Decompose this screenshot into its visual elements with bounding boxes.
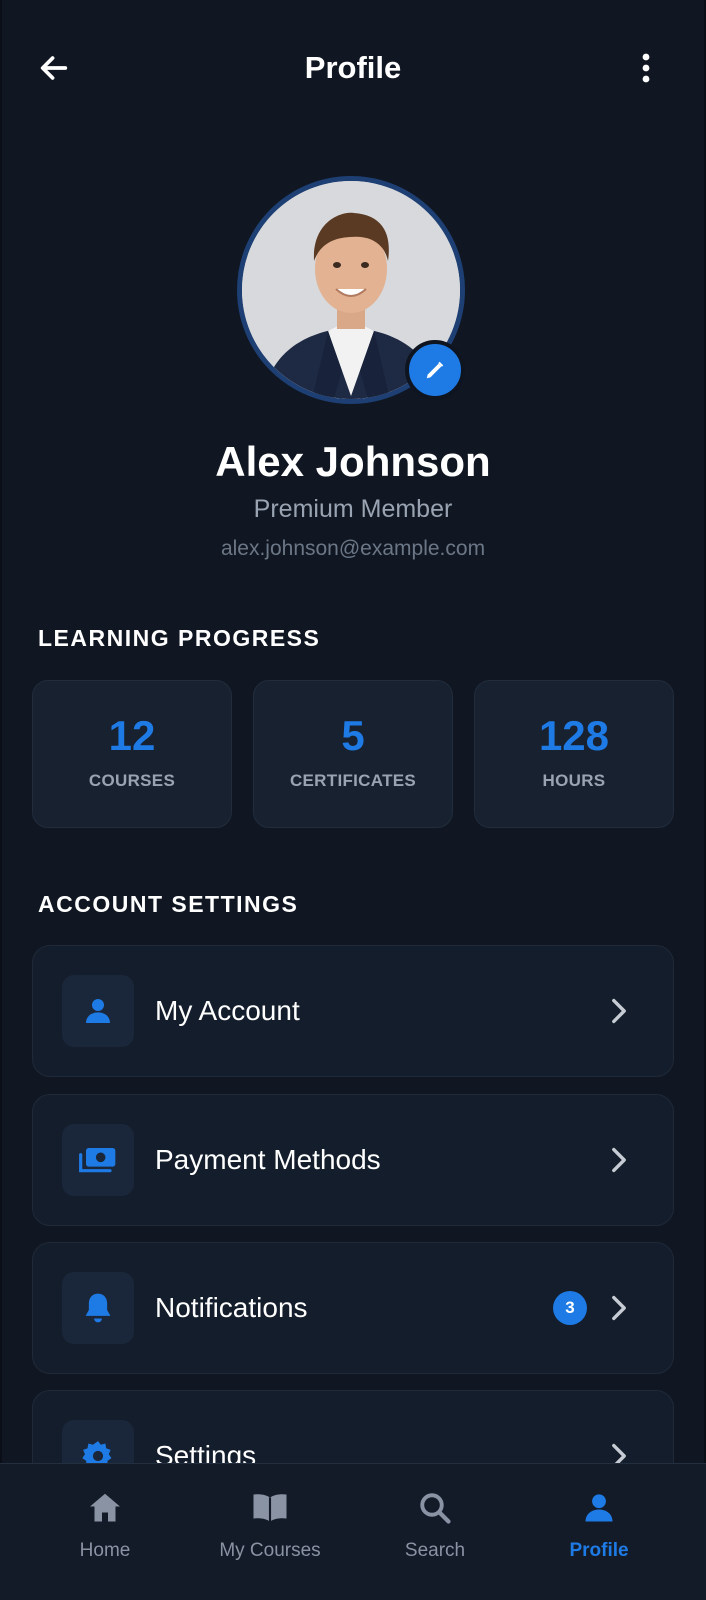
nav-item-my-courses[interactable]: My Courses bbox=[195, 1464, 345, 1600]
stat-value: 5 bbox=[341, 712, 365, 759]
edit-avatar-button[interactable] bbox=[405, 340, 465, 400]
learning-progress-title: LEARNING PROGRESS bbox=[38, 625, 321, 651]
notification-count-badge: 3 bbox=[553, 1291, 587, 1325]
bottom-navigation: Home My Courses Search Profile bbox=[0, 1463, 706, 1600]
search-icon bbox=[415, 1488, 455, 1528]
settings-item-payment-methods[interactable]: Payment Methods bbox=[32, 1094, 674, 1226]
stat-value: 128 bbox=[538, 712, 610, 759]
nav-item-profile[interactable]: Profile bbox=[524, 1464, 674, 1600]
row-icon-box bbox=[62, 1272, 134, 1344]
home-icon bbox=[85, 1488, 125, 1528]
settings-item-my-account[interactable]: My Account bbox=[32, 945, 674, 1077]
settings-item-notifications[interactable]: Notifications 3 bbox=[32, 1242, 674, 1374]
nav-label: Home bbox=[79, 1540, 131, 1561]
user-icon bbox=[86, 999, 110, 1023]
avatar-container bbox=[237, 176, 465, 404]
bell-icon bbox=[85, 1293, 111, 1323]
pencil-icon bbox=[426, 361, 444, 379]
chevron-right-icon bbox=[605, 1294, 633, 1322]
row-icon-box bbox=[62, 975, 134, 1047]
book-icon bbox=[250, 1488, 290, 1528]
stat-card-hours[interactable]: 128 HOURS bbox=[474, 680, 674, 828]
row-icon-box bbox=[62, 1124, 134, 1196]
chevron-right-icon bbox=[605, 1146, 633, 1174]
stat-card-courses[interactable]: 12 COURSES bbox=[32, 680, 232, 828]
profile-email: alex.johnson@example.com bbox=[220, 537, 486, 560]
row-label: Notifications bbox=[155, 1292, 308, 1323]
app-header: Profile bbox=[0, 0, 706, 132]
more-options-button[interactable] bbox=[626, 44, 666, 92]
row-label: My Account bbox=[155, 995, 300, 1026]
membership-tier: Premium Member bbox=[253, 495, 453, 523]
chevron-right-icon bbox=[605, 997, 633, 1025]
account-settings-title: ACCOUNT SETTINGS bbox=[38, 891, 299, 917]
nav-label: Profile bbox=[569, 1540, 629, 1561]
profile-screen: Profile Alex Johnson Premium Member alex… bbox=[0, 0, 706, 1600]
nav-label: Search bbox=[404, 1540, 466, 1561]
left-edge bbox=[0, 0, 2, 1600]
stat-card-certificates[interactable]: 5 CERTIFICATES bbox=[253, 680, 453, 828]
money-icon bbox=[79, 1148, 116, 1173]
profile-name: Alex Johnson bbox=[215, 438, 491, 485]
stat-label: COURSES bbox=[88, 771, 176, 790]
row-label: Payment Methods bbox=[155, 1144, 381, 1175]
more-vertical-icon bbox=[642, 53, 650, 83]
stat-label: HOURS bbox=[542, 771, 606, 790]
page-title: Profile bbox=[304, 50, 402, 85]
stat-value: 12 bbox=[108, 712, 156, 759]
nav-item-search[interactable]: Search bbox=[360, 1464, 510, 1600]
nav-label: My Courses bbox=[219, 1540, 321, 1561]
stat-label: CERTIFICATES bbox=[289, 771, 417, 790]
user-icon bbox=[579, 1488, 619, 1528]
nav-item-home[interactable]: Home bbox=[30, 1464, 180, 1600]
